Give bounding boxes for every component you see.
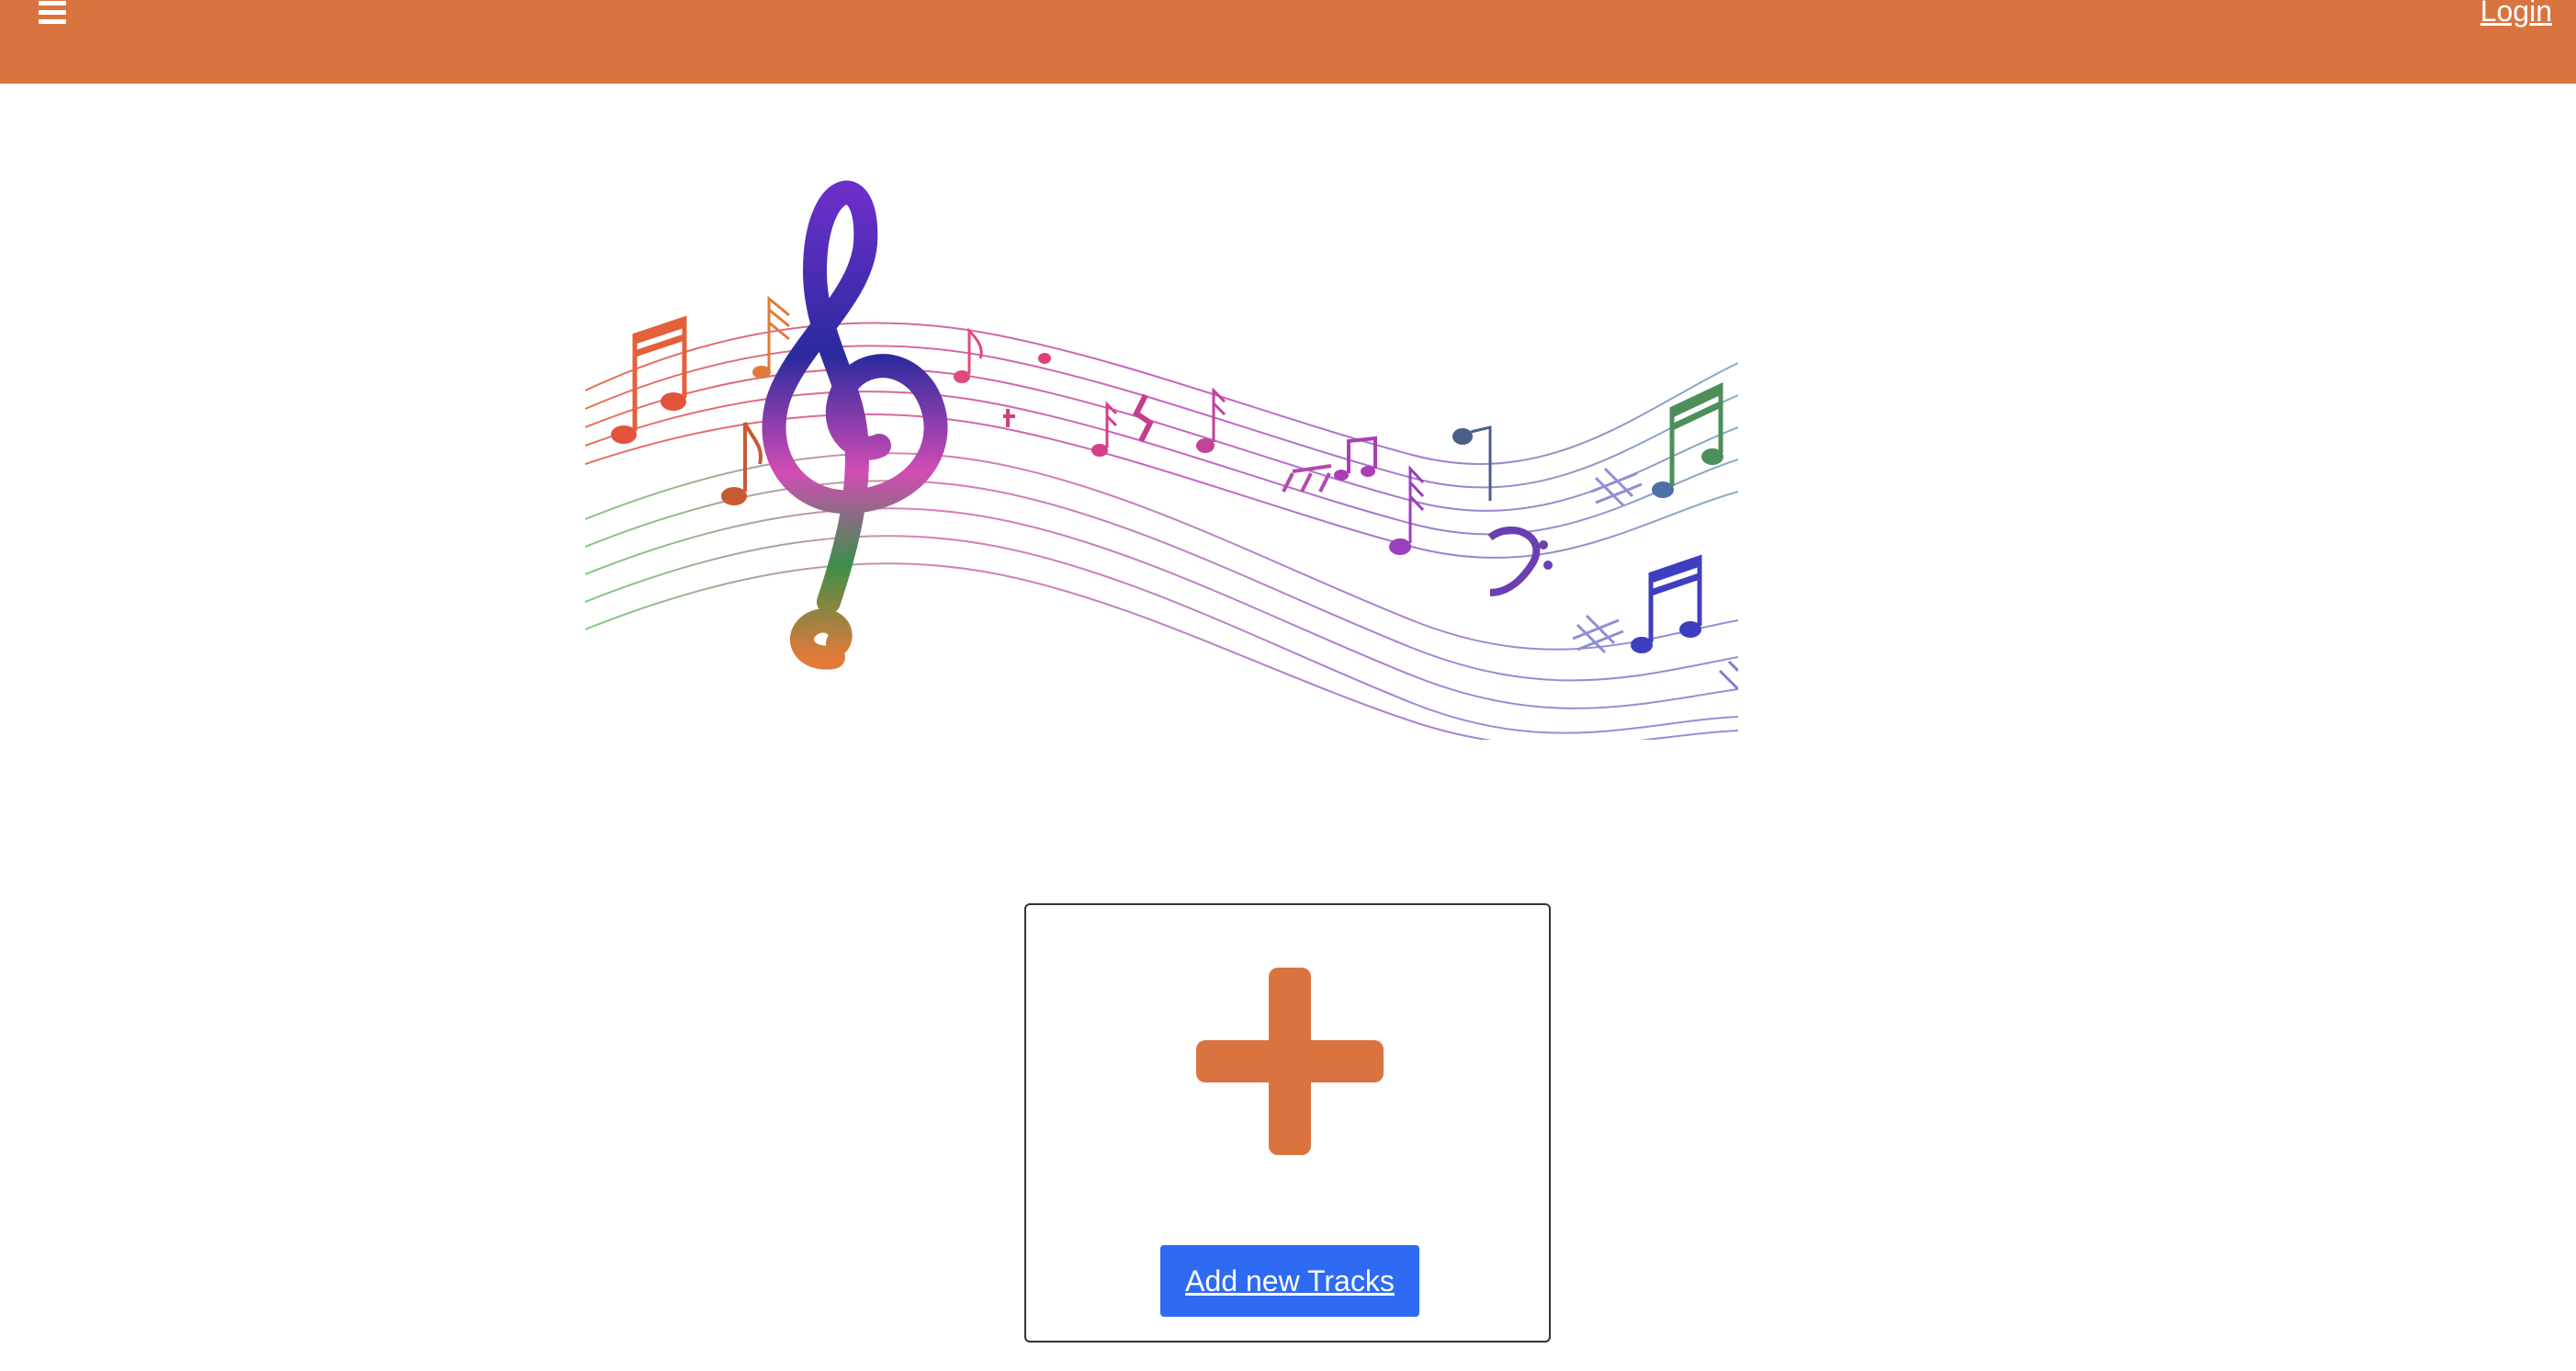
login-link[interactable]: Login	[2480, 0, 2552, 28]
hamburger-menu-icon[interactable]	[39, 0, 66, 28]
music-staff-image	[584, 180, 1740, 747]
add-tracks-card: Add new Tracks	[1024, 903, 1551, 1343]
top-navigation-bar: Login	[0, 0, 2576, 84]
plus-icon[interactable]	[1196, 968, 1384, 1155]
music-notes-illustration	[584, 161, 1740, 747]
add-new-tracks-button[interactable]: Add new Tracks	[1160, 1245, 1419, 1317]
